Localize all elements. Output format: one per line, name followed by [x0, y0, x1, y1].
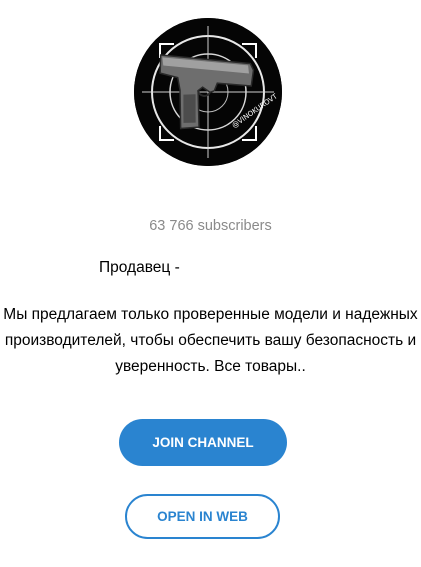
pistol-logo-icon: @VINOKUROVT — [134, 18, 282, 166]
subscriber-count: 63 766 subscribers — [149, 218, 272, 234]
open-in-web-button[interactable]: OPEN IN WEB — [125, 494, 280, 539]
channel-description: Мы предлагаем только проверенные модели … — [3, 306, 418, 375]
join-channel-button[interactable]: JOIN CHANNEL — [119, 419, 287, 466]
channel-title: Продавец - — [99, 259, 180, 276]
channel-avatar: @VINOKUROVT — [134, 18, 282, 166]
